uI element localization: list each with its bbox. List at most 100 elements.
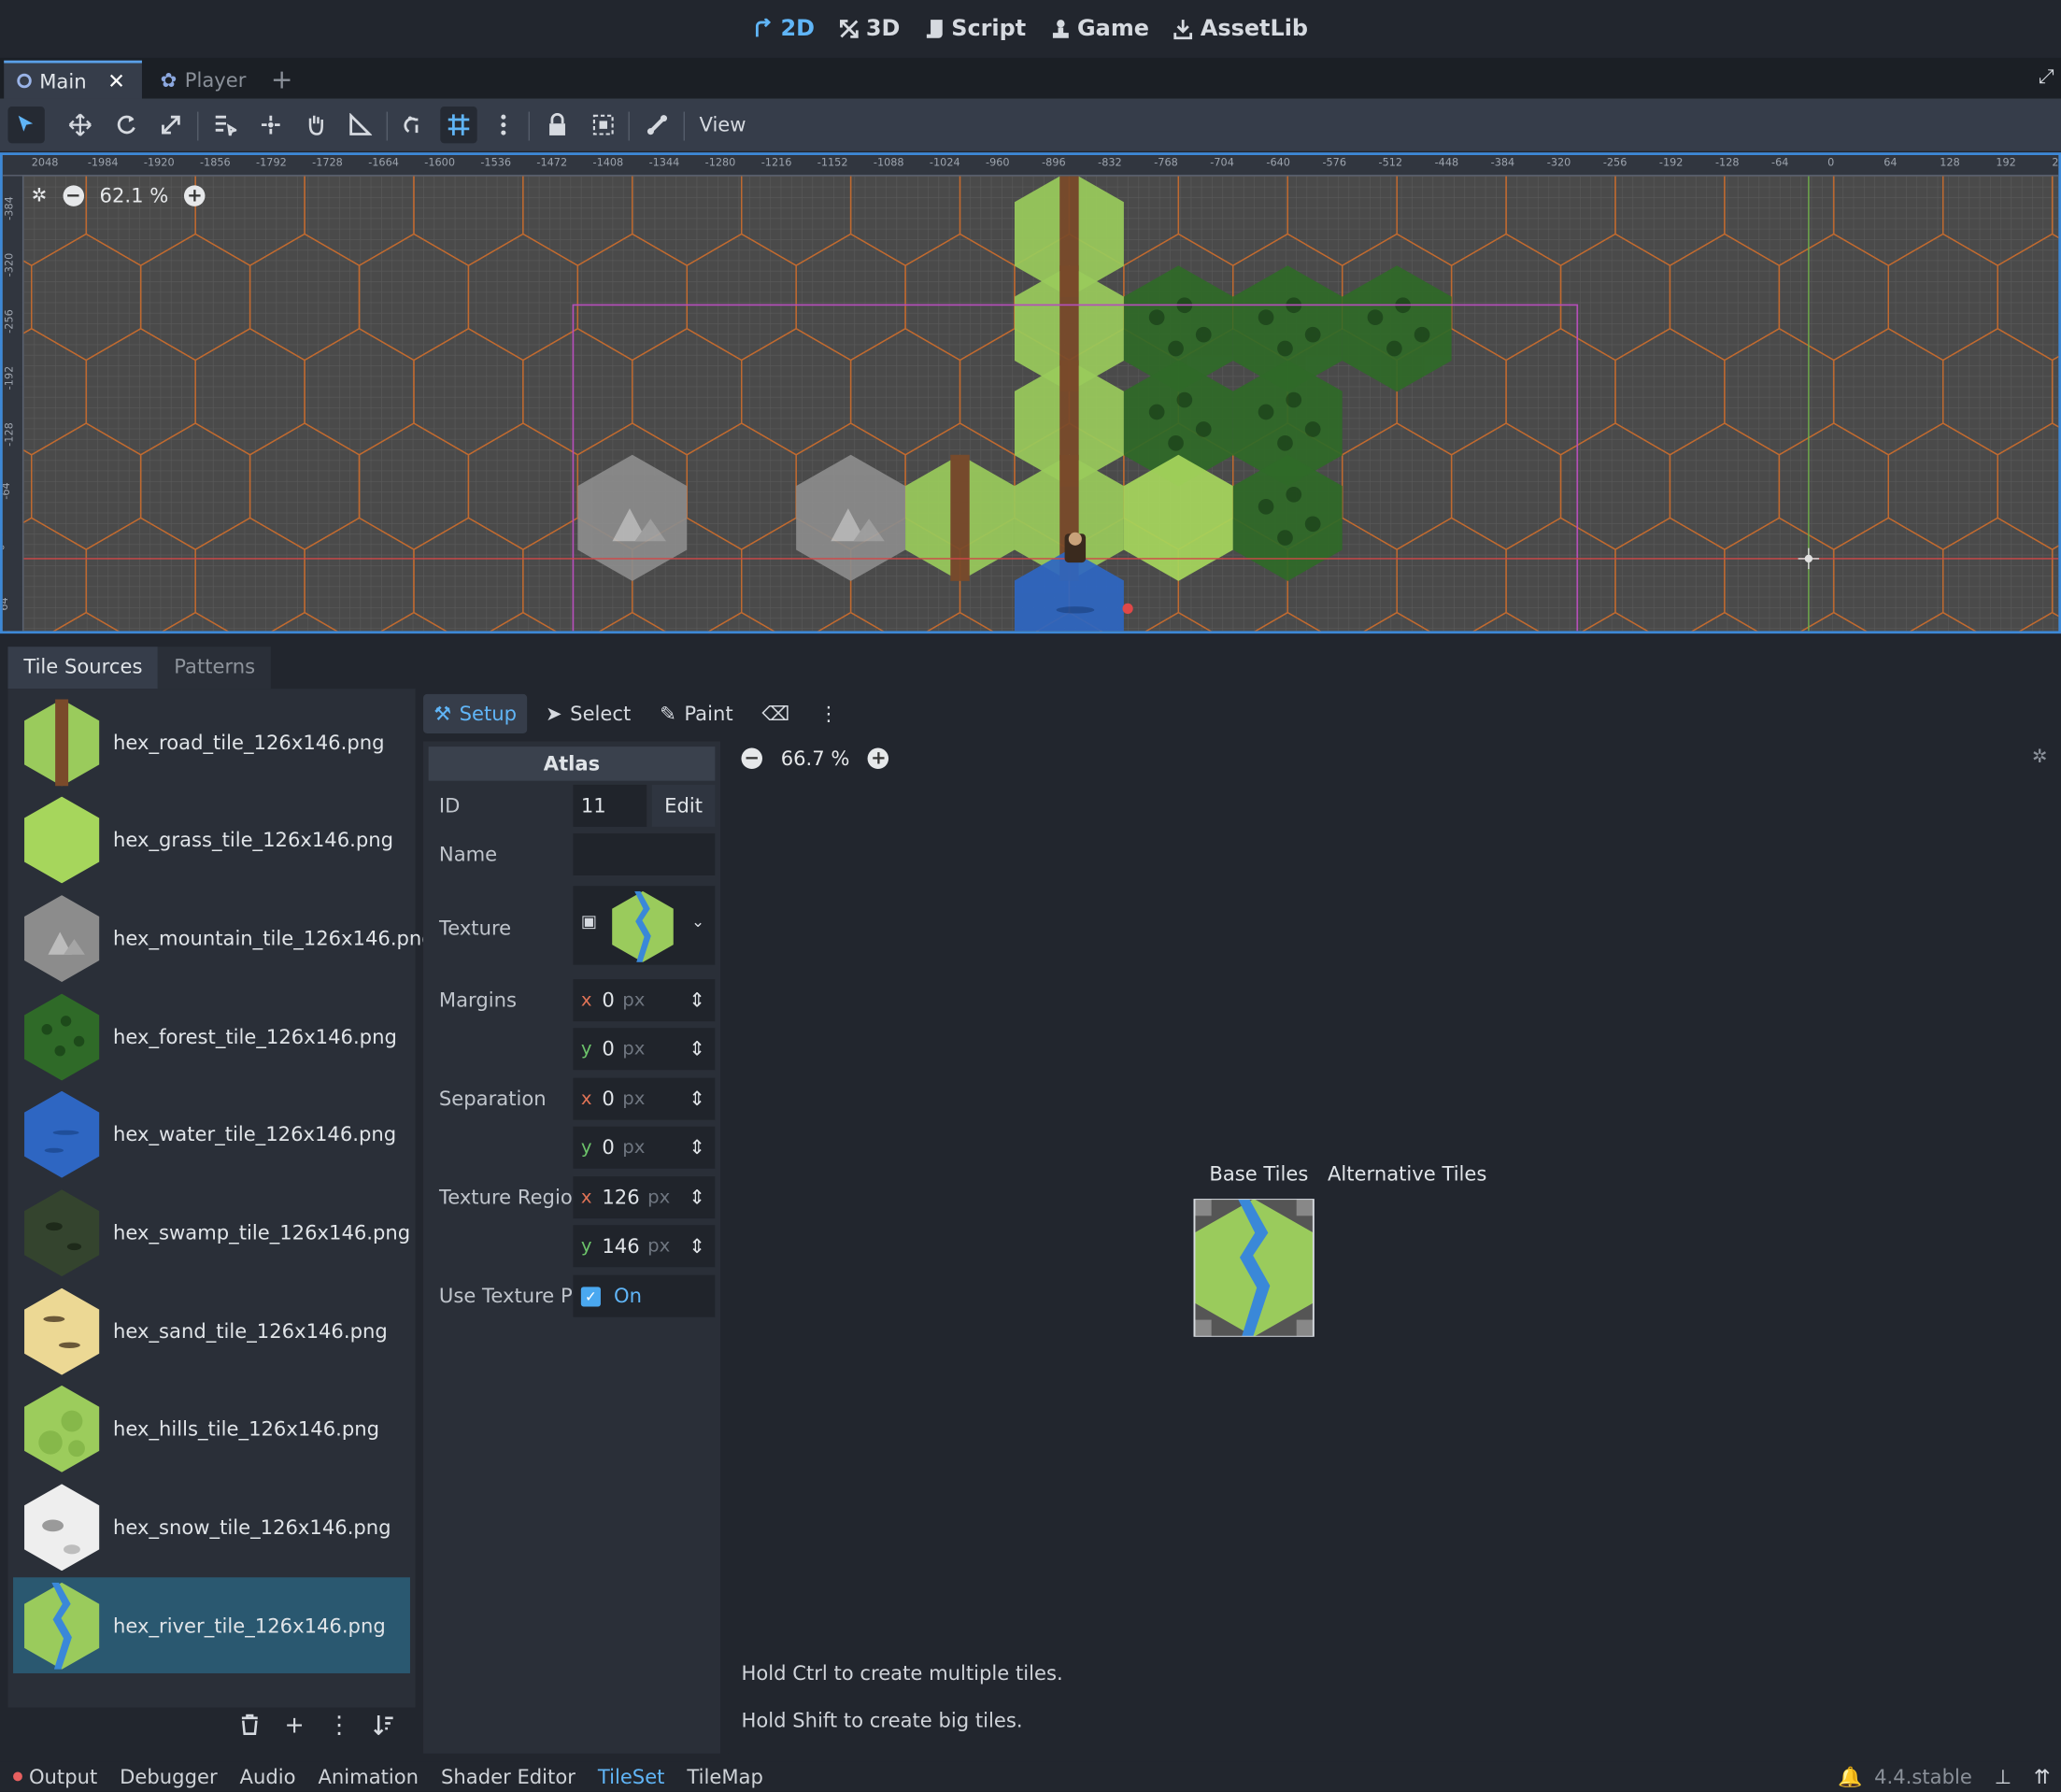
2d-icon	[755, 18, 771, 37]
bone-icon[interactable]	[639, 107, 675, 143]
tab-select[interactable]: ➤ Select	[535, 694, 642, 733]
separation-y-field[interactable]: y 0 px ⇕	[573, 1126, 716, 1169]
spinner-icon[interactable]: ⇕	[689, 988, 705, 1012]
workspace-script[interactable]: Script	[924, 16, 1026, 42]
tab-setup[interactable]: ⚒ Setup	[423, 693, 528, 734]
lock-icon[interactable]	[539, 107, 576, 143]
distraction-free-icon[interactable]: ⤢	[2039, 64, 2054, 88]
scale-mode-icon[interactable]	[152, 107, 189, 143]
tile-source-item[interactable]: hex_mountain_tile_126x146.png	[13, 890, 434, 987]
ruler-tick-label: 2048	[31, 156, 59, 169]
tile-source-item[interactable]: hex_swamp_tile_126x146.png	[13, 1185, 410, 1281]
move-mode-icon[interactable]	[62, 107, 98, 143]
id-field[interactable]: 11	[573, 784, 647, 827]
zoom-level[interactable]: 62.1 %	[100, 184, 169, 207]
spinner-icon[interactable]: ⇕	[689, 1087, 705, 1110]
atlas-zoom-level[interactable]: 66.7 %	[781, 747, 850, 770]
unit-label: px	[622, 989, 646, 1011]
atlas-center-icon[interactable]: ✲	[2032, 747, 2048, 768]
workspace-assetlib[interactable]: AssetLib	[1173, 16, 1308, 42]
region-y-field[interactable]: y 146 px ⇕	[573, 1225, 716, 1268]
tileset-options-icon[interactable]: ⋮	[808, 694, 849, 733]
dock-tab-tilemap[interactable]: TileMap	[687, 1765, 762, 1788]
dock-tab-output[interactable]: Output	[29, 1765, 97, 1788]
tab-tile-sources[interactable]: Tile Sources	[7, 647, 159, 690]
ruler-mode-icon[interactable]	[342, 107, 378, 143]
tile-source-item[interactable]: hex_sand_tile_126x146.png	[13, 1283, 410, 1379]
eraser-icon[interactable]: ⌫	[751, 694, 800, 733]
atlas-zoom-out-button[interactable]: −	[741, 747, 762, 770]
tab-paint[interactable]: ✎ Paint	[649, 694, 744, 733]
tile-source-item[interactable]: hex_forest_tile_126x146.png	[13, 988, 410, 1085]
add-icon[interactable]: +	[281, 1711, 307, 1739]
list-select-icon[interactable]	[206, 107, 243, 143]
view-menu[interactable]: View	[699, 113, 746, 136]
pan-mode-icon[interactable]	[297, 107, 334, 143]
separation-x-field[interactable]: x 0 px ⇕	[573, 1077, 716, 1120]
expand-panel-icon[interactable]: ⇈	[2034, 1765, 2051, 1788]
pin-icon[interactable]: ⊥	[1995, 1765, 2011, 1788]
use-texture-padding-label: Use Texture P	[438, 1284, 573, 1308]
dock-tab-shader-editor[interactable]: Shader Editor	[441, 1765, 576, 1788]
tile-source-list[interactable]: hex_road_tile_126x146.png hex_grass_tile_…	[7, 689, 434, 1708]
name-field[interactable]	[573, 832, 716, 875]
canvas-viewport[interactable]: 2048 -1984 -1920 -1856 -1792 -1728 -1664 -1600-…	[0, 152, 2061, 634]
delete-icon[interactable]	[236, 1712, 263, 1738]
scene-tab-player[interactable]: ✿ Player	[148, 61, 260, 99]
chevron-down-icon[interactable]: ⌄	[691, 912, 704, 931]
workspace-2d[interactable]: 2D	[753, 16, 815, 42]
smart-snap-icon[interactable]	[397, 107, 434, 143]
edit-id-button[interactable]: Edit	[651, 784, 716, 827]
dock-tab-audio[interactable]: Audio	[240, 1765, 296, 1788]
spinner-icon[interactable]: ⇕	[689, 1186, 705, 1209]
tile-source-item[interactable]: hex_grass_tile_126x146.png	[13, 792, 410, 889]
ruler-tick-label: -1280	[704, 156, 736, 169]
pivot-mode-icon[interactable]	[252, 107, 289, 143]
atlas-zoom-in-button[interactable]: +	[868, 747, 889, 770]
sort-icon[interactable]	[371, 1712, 397, 1738]
source-list-buttons: + ⋮	[236, 1711, 397, 1739]
tilemap-canvas[interactable]	[2, 155, 2061, 633]
workspace-game[interactable]: Game	[1050, 16, 1149, 42]
grid-snap-icon[interactable]	[440, 106, 477, 144]
dock-tab-debugger[interactable]: Debugger	[120, 1765, 217, 1788]
region-x-field[interactable]: x 126 px ⇕	[573, 1176, 716, 1219]
atlas-base-tile[interactable]	[1193, 1199, 1315, 1337]
tile-source-item[interactable]: hex_hills_tile_126x146.png	[13, 1381, 410, 1477]
workspace-3d[interactable]: 3D	[838, 16, 900, 42]
snap-options-icon[interactable]	[485, 107, 521, 143]
texture-region-label: Texture Regio	[438, 1186, 573, 1210]
ruler-tick-label: -1856	[199, 156, 231, 169]
player-sprite[interactable]	[1064, 532, 1087, 563]
zoom-out-button[interactable]: −	[63, 185, 84, 206]
dock-tab-tileset[interactable]: TileSet	[598, 1765, 665, 1788]
spinner-icon[interactable]: ⇕	[689, 1136, 705, 1159]
margins-x-field[interactable]: x 0 px ⇕	[573, 979, 716, 1022]
atlas-view[interactable]: − 66.7 % + ✲ Base Tiles Alternative Tile…	[728, 735, 2061, 1754]
node-circle-icon	[17, 73, 32, 89]
scene-tab-main[interactable]: Main ✕	[4, 60, 142, 99]
tile-source-item[interactable]: hex_road_tile_126x146.png	[13, 694, 410, 790]
ruler-tick-label: -320	[3, 252, 16, 277]
axis-x-label: x	[580, 1187, 592, 1208]
more-options-icon[interactable]: ⋮	[326, 1711, 352, 1739]
ruler-tick-label: -64	[2, 482, 12, 500]
close-icon[interactable]: ✕	[107, 68, 125, 93]
bell-icon[interactable]: 🔔	[1838, 1765, 1862, 1788]
group-icon[interactable]	[585, 107, 621, 143]
dock-tab-animation[interactable]: Animation	[318, 1765, 419, 1788]
texture-field[interactable]: ▣ ⌄	[573, 886, 716, 965]
spinner-icon[interactable]: ⇕	[689, 1037, 705, 1060]
use-texture-padding-checkbox[interactable]: ✓ On	[573, 1274, 716, 1317]
tile-source-item[interactable]: hex_snow_tile_126x146.png	[13, 1480, 410, 1576]
center-view-icon[interactable]: ✲	[32, 185, 48, 206]
select-mode-icon[interactable]	[7, 106, 45, 144]
zoom-in-button[interactable]: +	[184, 185, 206, 206]
tab-patterns[interactable]: Patterns	[158, 647, 272, 690]
rotate-mode-icon[interactable]	[107, 107, 144, 143]
tile-source-item[interactable]: hex_river_tile_126x146.png	[13, 1577, 410, 1674]
spinner-icon[interactable]: ⇕	[689, 1234, 705, 1258]
tile-source-item[interactable]: hex_water_tile_126x146.png	[13, 1087, 410, 1183]
add-scene-icon[interactable]: +	[271, 64, 293, 95]
margins-y-field[interactable]: y 0 px ⇕	[573, 1028, 716, 1071]
